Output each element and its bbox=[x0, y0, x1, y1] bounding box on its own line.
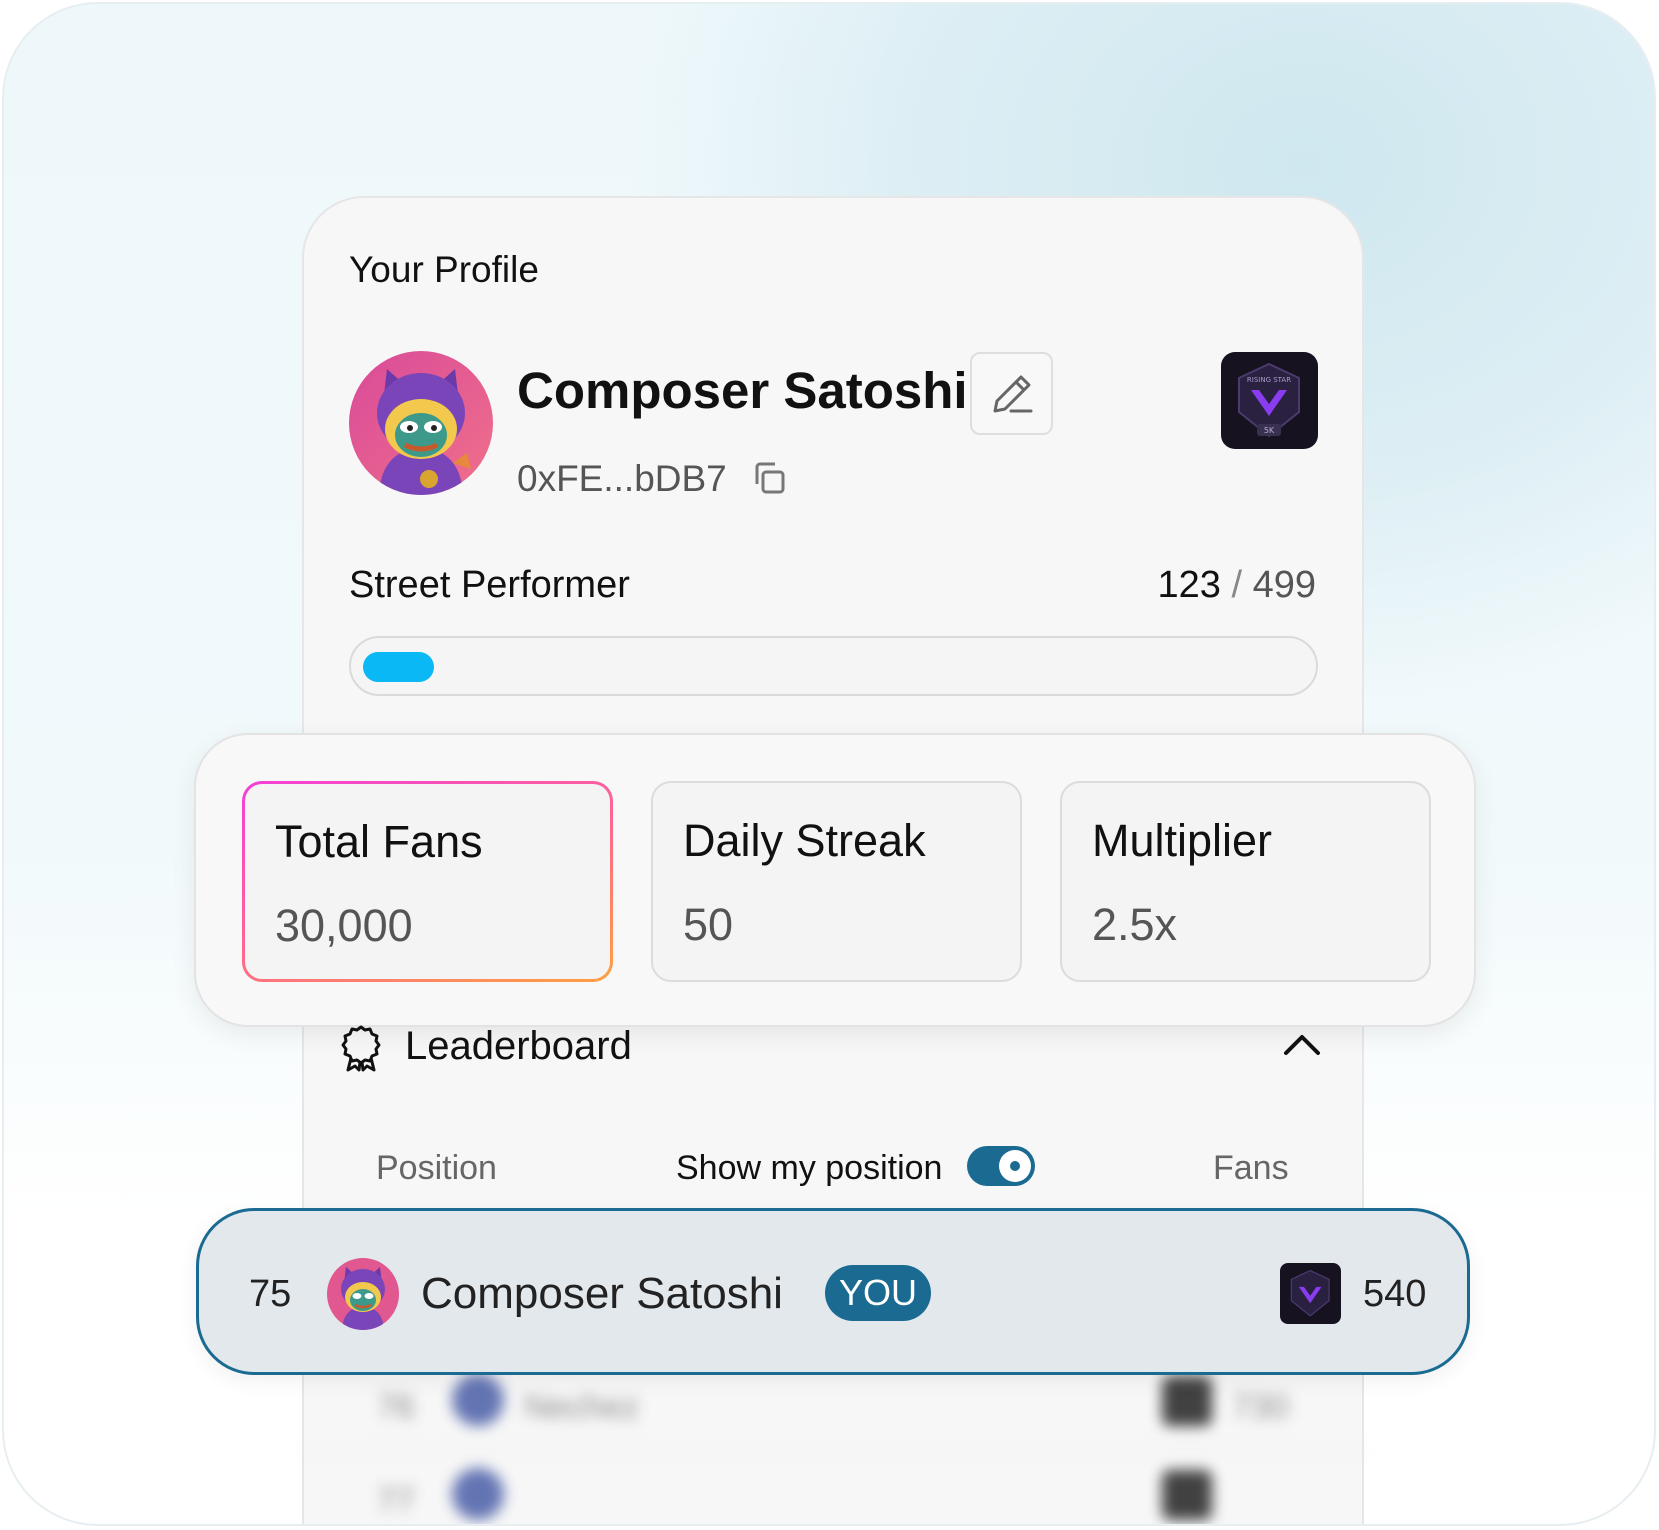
level-current: 123 bbox=[1157, 564, 1221, 606]
leaderboard-row: 77 bbox=[302, 1460, 1364, 1524]
wallet-address: 0xFE...bDB7 bbox=[517, 458, 727, 499]
copy-address-button[interactable] bbox=[751, 460, 787, 496]
stat-card-multiplier[interactable]: Multiplier 2.5x bbox=[1060, 781, 1431, 982]
stat-label: Daily Streak bbox=[683, 815, 926, 866]
show-my-position-toggle[interactable] bbox=[967, 1146, 1035, 1186]
level-progress-count: 123 / 499 bbox=[1104, 564, 1317, 607]
stat-label: Multiplier bbox=[1092, 815, 1273, 866]
rank-badge: RISING STAR 5K bbox=[1221, 352, 1318, 449]
stats-panel: Total Fans 30,000 Daily Streak 50 Multip… bbox=[194, 733, 1476, 1027]
app-frame: Your Profile Composer Satoshi RISING STA… bbox=[2, 2, 1656, 1526]
my-position-row[interactable]: 75 Composer Satoshi YOU 540 bbox=[196, 1208, 1470, 1375]
ribbon-award-icon bbox=[340, 1024, 382, 1072]
column-header-fans: Fans bbox=[1213, 1149, 1289, 1187]
row-name: Composer Satoshi bbox=[421, 1269, 783, 1318]
svg-text:RISING STAR: RISING STAR bbox=[1247, 376, 1291, 384]
level-name: Street Performer bbox=[349, 564, 630, 606]
rank-badge bbox=[1280, 1263, 1341, 1324]
edit-icon bbox=[993, 375, 1032, 412]
row-fans: 540 bbox=[1363, 1273, 1427, 1315]
stat-label: Total Fans bbox=[275, 816, 483, 867]
level-progress-fill bbox=[363, 652, 434, 682]
row-rank: 77 bbox=[377, 1482, 415, 1520]
rank-badge bbox=[1162, 1470, 1212, 1520]
profile-name: Composer Satoshi bbox=[517, 362, 968, 419]
row-fans: 730 bbox=[1232, 1388, 1289, 1426]
stat-value: 30,000 bbox=[275, 900, 413, 951]
you-badge: YOU bbox=[825, 1265, 931, 1321]
stat-value: 50 bbox=[683, 899, 734, 950]
leaderboard-title: Leaderboard bbox=[405, 1024, 632, 1068]
chevron-up-icon bbox=[1284, 1035, 1320, 1055]
copy-icon bbox=[755, 462, 785, 494]
avatar bbox=[327, 1258, 399, 1330]
avatar bbox=[452, 1468, 504, 1520]
level-separator: / bbox=[1231, 564, 1243, 606]
toggle-knob bbox=[999, 1150, 1031, 1182]
edit-profile-button[interactable] bbox=[970, 352, 1053, 435]
avatar bbox=[452, 1374, 504, 1426]
row-rank: 76 bbox=[377, 1388, 415, 1426]
avatar bbox=[349, 351, 493, 495]
stat-card-total-fans[interactable]: Total Fans 30,000 bbox=[242, 781, 613, 982]
row-divider bbox=[302, 1448, 1364, 1450]
svg-text:5K: 5K bbox=[1264, 426, 1275, 435]
row-name: Nechez bbox=[524, 1388, 640, 1426]
level-max: 499 bbox=[1252, 564, 1316, 606]
leaderboard-row: 76 Nechez 730 bbox=[302, 1366, 1364, 1456]
rank-badge bbox=[1162, 1376, 1212, 1426]
section-title: Your Profile bbox=[349, 249, 539, 290]
column-header-position: Position bbox=[376, 1149, 497, 1187]
stat-value: 2.5x bbox=[1092, 899, 1178, 950]
show-my-position-label: Show my position bbox=[676, 1149, 943, 1187]
row-rank: 75 bbox=[249, 1273, 292, 1315]
level-progress-bar bbox=[349, 636, 1318, 696]
stat-card-daily-streak[interactable]: Daily Streak 50 bbox=[651, 781, 1022, 982]
collapse-leaderboard-button[interactable] bbox=[1282, 1029, 1322, 1059]
